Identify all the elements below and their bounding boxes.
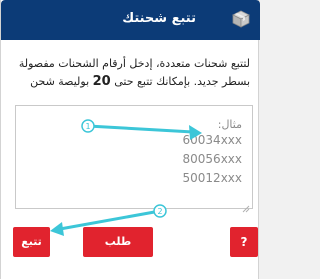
help-button[interactable]: ?: [230, 227, 258, 257]
panel-title: تتبع شحنتك: [122, 11, 196, 26]
instructions-line-2-suffix: بوليصة شحن: [30, 75, 90, 88]
instructions-line-2: بسطر جديد. بإمكانك تتبع حتى 20 بوليصة شح…: [12, 73, 250, 91]
example-label: مثال:: [217, 118, 242, 131]
panel-header: تتبع شحنتك: [1, 0, 260, 40]
max-shipments-count: 20: [92, 74, 111, 89]
request-notifications-button[interactable]: طلب إشعارات: [83, 227, 153, 278]
instructions-text: لتتبع شحنات متعددة، إدخل أرقام الشحنات م…: [12, 55, 250, 91]
tracking-panel: تتبع شحنتك لتتبع شحنات متعددة، إدخل أرقا…: [0, 0, 260, 279]
example-tracking-number-1: 60034xxx: [182, 133, 242, 147]
example-tracking-number-3: 50012xxx: [182, 171, 242, 185]
instructions-line-1: لتتبع شحنات متعددة، إدخل أرقام الشحنات م…: [18, 57, 250, 70]
tracking-widget: تتبع شحنتك لتتبع شحنات متعددة، إدخل أرقا…: [0, 0, 260, 279]
example-tracking-number-2: 80056xxx: [182, 152, 242, 166]
instructions-line-2-prefix: بسطر جديد. بإمكانك تتبع حتى: [114, 75, 250, 88]
tracking-numbers-input[interactable]: مثال: 60034xxx 80056xxx 50012xxx: [15, 105, 253, 213]
resize-grip-icon[interactable]: [242, 198, 250, 213]
package-icon: [232, 10, 250, 28]
track-button[interactable]: تتبع: [13, 227, 50, 257]
